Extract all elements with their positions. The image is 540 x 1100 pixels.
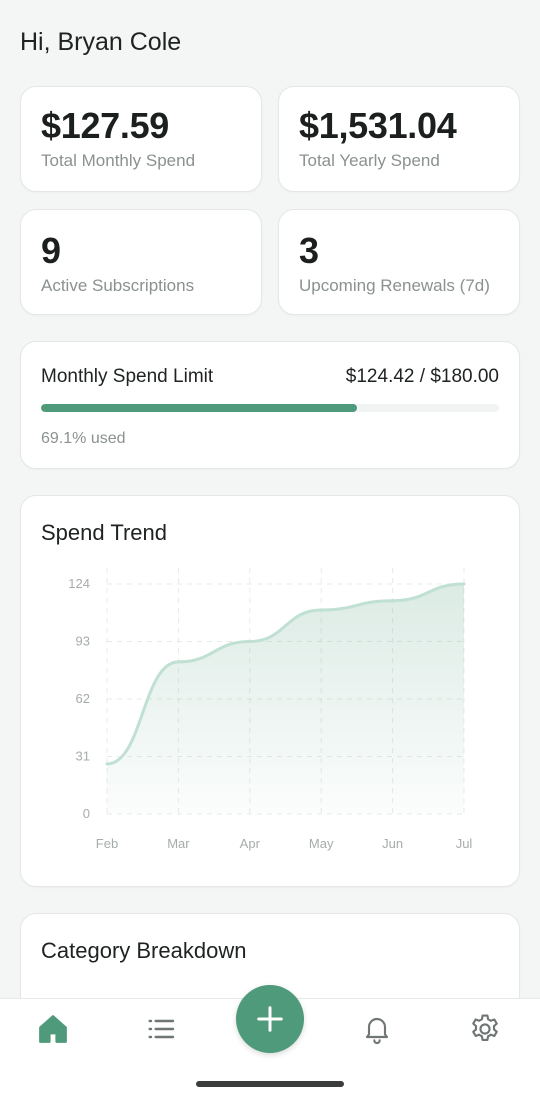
stat-card-monthly-spend: $127.59 Total Monthly Spend <box>20 86 262 192</box>
y-tick-label: 124 <box>68 576 90 591</box>
category-breakdown-title: Category Breakdown <box>41 938 247 963</box>
x-tick-label: Feb <box>96 836 118 851</box>
spend-limit-progress-fill <box>41 404 358 412</box>
spend-trend-card: Spend Trend 124 93 62 31 0 Feb Mar Apr May Jun Jul <box>20 495 520 887</box>
spend-limit-progress-track <box>41 404 499 412</box>
stat-value: $127.59 <box>41 105 170 146</box>
x-tick-label: Jul <box>456 836 473 851</box>
y-tick-label: 31 <box>76 749 90 764</box>
spend-limit-used-text: 69.1% used <box>41 430 126 447</box>
x-tick-label: May <box>309 836 334 851</box>
stat-label: Total Yearly Spend <box>299 151 440 170</box>
spend-trend-chart: 124 93 62 31 0 Feb Mar Apr May Jun Jul <box>68 568 473 851</box>
nav-notifications[interactable] <box>355 1007 399 1051</box>
nav-home[interactable] <box>31 1007 75 1051</box>
x-tick-label: Mar <box>167 836 190 851</box>
stat-value: 3 <box>299 230 319 271</box>
gear-icon <box>472 1014 498 1041</box>
add-subscription-button[interactable] <box>236 985 304 1053</box>
series-area <box>107 584 464 814</box>
stat-label: Upcoming Renewals (7d) <box>299 276 490 295</box>
stat-label: Active Subscriptions <box>41 276 195 295</box>
spend-limit-card[interactable]: Monthly Spend Limit $124.42 / $180.00 69… <box>20 341 520 469</box>
stat-card-active-subscriptions[interactable]: 9 Active Subscriptions <box>20 209 262 315</box>
stat-label: Total Monthly Spend <box>41 151 196 170</box>
list-icon <box>148 1019 175 1039</box>
stat-card-yearly-spend: $1,531.04 Total Yearly Spend <box>278 86 520 192</box>
bell-icon <box>365 1018 389 1044</box>
x-tick-label: Apr <box>240 836 261 851</box>
greeting: Hi, Bryan Cole <box>20 28 182 56</box>
stat-value: $1,531.04 <box>299 105 457 146</box>
nav-subscriptions[interactable] <box>139 1007 183 1051</box>
home-icon <box>39 1015 67 1043</box>
nav-settings[interactable] <box>463 1007 507 1051</box>
y-tick-label: 93 <box>76 634 90 649</box>
spend-limit-title: Monthly Spend Limit <box>41 366 214 387</box>
bottom-navigation <box>0 985 540 1100</box>
stat-value: 9 <box>41 230 61 271</box>
stat-card-upcoming-renewals[interactable]: 3 Upcoming Renewals (7d) <box>278 209 520 315</box>
plus-icon <box>257 1006 283 1032</box>
y-tick-label: 0 <box>83 806 90 821</box>
x-tick-label: Jun <box>382 836 403 851</box>
home-indicator <box>196 1081 344 1087</box>
y-tick-label: 62 <box>76 691 90 706</box>
spend-limit-amount: $124.42 / $180.00 <box>345 366 499 387</box>
